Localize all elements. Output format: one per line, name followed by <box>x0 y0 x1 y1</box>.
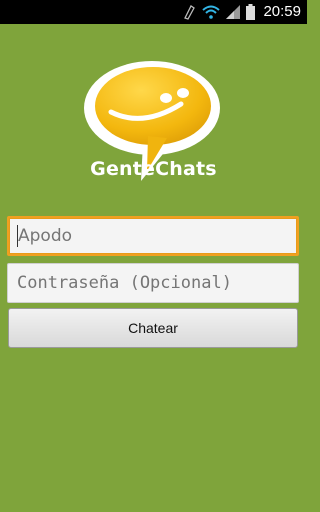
chat-button[interactable]: Chatear <box>8 308 298 348</box>
signal-icon <box>226 5 240 19</box>
rotate-icon <box>184 5 195 20</box>
nickname-input[interactable] <box>7 216 299 256</box>
status-bar: 20:59 <box>0 0 307 24</box>
password-input[interactable] <box>7 263 299 303</box>
text-caret <box>17 225 18 247</box>
wifi-icon <box>202 5 220 19</box>
status-icons <box>182 3 255 21</box>
brand-name: GenteChats <box>90 158 217 180</box>
clock: 20:59 <box>263 3 301 20</box>
battery-icon <box>246 4 255 20</box>
